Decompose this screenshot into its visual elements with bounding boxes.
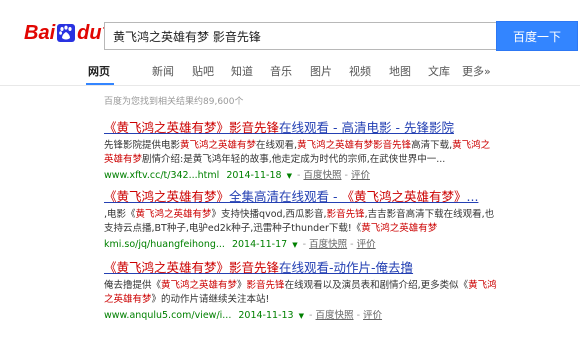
- tab-video[interactable]: 视频: [349, 63, 371, 79]
- result-date: 2014-11-18: [226, 170, 282, 181]
- snippet-highlight: 黄飞鸿之: [452, 140, 491, 151]
- search-button[interactable]: 百度一下: [496, 21, 578, 51]
- snippet-highlight: 黄飞鸿之英雄有梦: [161, 280, 238, 291]
- separator: -: [309, 310, 313, 321]
- result-item: 《黄飞鸿之英雄有梦》影音先锋在线观看 - 高清电影 - 先锋影院 先锋影院提供电…: [104, 120, 524, 183]
- snippet-line: 先锋影院提供电影黄飞鸿之英雄有梦在线观看,黄飞鸿之英雄有梦影音先锋高清下载,黄飞…: [104, 139, 504, 153]
- result-title-link[interactable]: 《黄飞鸿之英雄有梦》影音先锋在线观看-动作片-俺去撸: [104, 260, 524, 276]
- result-url[interactable]: www.xftv.cc/t/342...html: [104, 170, 219, 181]
- snippet-line: 之英雄有梦》的动作片请继续关注本站!: [104, 293, 504, 307]
- snippet-text: ,吉吉影音高清下载在线观看,也: [364, 209, 495, 220]
- result-url[interactable]: kmi.so/jq/huangfeihong...: [104, 239, 225, 250]
- separator: -: [356, 310, 360, 321]
- snippet-text: 》支持快播qvod,西瓜影音,: [211, 209, 327, 220]
- search-tabs: 网页 新闻 贴吧 知道 音乐 图片 视频 地图 文库 更多»: [0, 58, 580, 86]
- snippet-line: 英雄有梦剧情介绍:是黄飞鸿年轻的故事,他走定成为时代的宗师,在武侠世界中一...: [104, 153, 504, 167]
- snippet-line: 支持云点播,BT种子,电驴ed2k种子,迅雷种子thunder下载!《黄飞鸿之英…: [104, 222, 504, 236]
- result-count: 百度为您找到相关结果约89,600个: [104, 97, 244, 107]
- tab-music[interactable]: 音乐: [270, 63, 292, 79]
- result-item: 《黄飞鸿之英雄有梦》影音先锋在线观看-动作片-俺去撸 俺去撸提供《黄飞鸿之英雄有…: [104, 260, 524, 323]
- snippet-text: 》: [237, 280, 247, 291]
- snippet-highlight: 黄飞鸿: [468, 280, 497, 291]
- result-meta: kmi.so/jq/huangfeihong... 2014-11-17 ▼ -…: [104, 238, 524, 252]
- snippet-line: 俺去撸提供《黄飞鸿之英雄有梦》影音先锋在线观看以及演员表和剧情介绍,更多类似《黄…: [104, 279, 504, 293]
- chevron-down-icon[interactable]: ▼: [299, 310, 304, 323]
- snippet-text: 剧情介绍:是黄飞鸿年轻的故事,他走定成为时代的宗师,在武侠世界中一...: [142, 154, 446, 165]
- chevron-down-icon[interactable]: ▼: [287, 170, 292, 183]
- search-input[interactable]: [105, 23, 496, 49]
- separator: -: [302, 239, 307, 250]
- tab-tieba[interactable]: 贴吧: [192, 63, 214, 79]
- snippet-line: ,电影《黄飞鸿之英雄有梦》支持快播qvod,西瓜影音,影音先锋,吉吉影音高清下载…: [104, 208, 504, 222]
- snippet-text: 在线观看以及演员表和剧情介绍,更多类似《: [284, 280, 469, 291]
- result-meta: www.xftv.cc/t/342...html 2014-11-18 ▼ - …: [104, 169, 524, 183]
- snippet-text: 支持云点播,BT种子,电驴ed2k种子,迅雷种子thunder下载!《: [104, 223, 362, 234]
- result-item: 《黄飞鸿之英雄有梦》全集高清在线观看 - 《黄飞鸿之英雄有梦》... ,电影《黄…: [104, 189, 524, 252]
- snippet-text: 》的动作片请继续关注本站!: [151, 294, 270, 305]
- title-highlight: 《黄飞鸿之英雄有梦》: [104, 260, 230, 275]
- tab-zhidao[interactable]: 知道: [231, 63, 253, 79]
- logo-text-bai: Bai: [24, 21, 56, 44]
- title-highlight: 《黄飞鸿之英雄有梦》: [104, 120, 230, 135]
- snippet-text: 俺去撸提供《: [104, 280, 162, 291]
- rate-link[interactable]: 评价: [357, 239, 376, 250]
- cache-link[interactable]: 百度快照: [316, 310, 354, 321]
- tab-images[interactable]: 图片: [310, 63, 332, 79]
- snippet-highlight: 黄飞鸿之英雄有梦影音先锋: [297, 140, 412, 151]
- tab-web[interactable]: 网页: [88, 63, 110, 79]
- snippet-highlight: 黄飞鸿之英雄有梦: [180, 140, 257, 151]
- active-tab-indicator: [86, 83, 114, 85]
- title-highlight: 《黄飞鸿之英雄有梦》: [341, 189, 467, 204]
- result-title-link[interactable]: 《黄飞鸿之英雄有梦》影音先锋在线观看 - 高清电影 - 先锋影院: [104, 120, 524, 136]
- separator: -: [350, 239, 354, 250]
- snippet-text: 高清下载,: [411, 140, 453, 151]
- header: Bai du 百度 百度一下: [0, 0, 580, 58]
- title-text: 在线观看-动作片-俺去撸: [279, 260, 414, 275]
- separator: -: [297, 170, 301, 181]
- title-highlight: 影音先锋: [229, 260, 280, 275]
- tab-map[interactable]: 地图: [389, 63, 411, 79]
- snippet-highlight: 影音先锋: [326, 209, 365, 220]
- snippet-highlight: 黄飞鸿之英雄有梦: [361, 223, 438, 234]
- rate-link[interactable]: 评价: [363, 310, 382, 321]
- title-highlight: 影音先锋: [229, 120, 280, 135]
- cache-link[interactable]: 百度快照: [303, 170, 341, 181]
- result-meta: www.anqulu5.com/view/i... 2014-11-13 ▼ -…: [104, 309, 524, 323]
- snippet-highlight: 之英雄有梦: [104, 294, 152, 305]
- snippet-text: ,电影《: [104, 209, 136, 220]
- tab-more[interactable]: 更多»: [462, 63, 491, 79]
- tab-wenku[interactable]: 文库: [428, 63, 450, 79]
- snippet-highlight: 黄飞鸿之英雄有梦: [135, 209, 212, 220]
- result-url[interactable]: www.anqulu5.com/view/i...: [104, 310, 231, 321]
- result-date: 2014-11-13: [238, 310, 294, 321]
- search-box: [104, 22, 496, 50]
- logo-text-du: du: [77, 21, 102, 44]
- tab-news[interactable]: 新闻: [152, 63, 174, 79]
- result-date: 2014-11-17: [231, 239, 288, 250]
- result-snippet: 俺去撸提供《黄飞鸿之英雄有梦》影音先锋在线观看以及演员表和剧情介绍,更多类似《黄…: [104, 279, 504, 307]
- baidu-paw-icon: [56, 23, 76, 43]
- rate-link[interactable]: 评价: [351, 170, 370, 181]
- title-text: 在线观看 - 高清电影 - 先锋影院: [279, 120, 454, 135]
- chevron-down-icon[interactable]: ▼: [292, 239, 297, 252]
- snippet-highlight: 影音先锋: [246, 280, 285, 291]
- title-text: 全集高清在线观看 -: [229, 189, 342, 204]
- snippet-text: 在线观看,: [256, 140, 298, 151]
- title-highlight: 《黄飞鸿之英雄有梦》: [104, 189, 230, 204]
- snippet-text: 先锋影院提供电影: [104, 140, 181, 151]
- title-text: ...: [466, 189, 479, 204]
- cache-link[interactable]: 百度快照: [309, 239, 347, 250]
- result-title-link[interactable]: 《黄飞鸿之英雄有梦》全集高清在线观看 - 《黄飞鸿之英雄有梦》...: [104, 189, 524, 205]
- separator: -: [344, 170, 348, 181]
- result-snippet: 先锋影院提供电影黄飞鸿之英雄有梦在线观看,黄飞鸿之英雄有梦影音先锋高清下载,黄飞…: [104, 139, 504, 167]
- result-snippet: ,电影《黄飞鸿之英雄有梦》支持快播qvod,西瓜影音,影音先锋,吉吉影音高清下载…: [104, 208, 504, 236]
- snippet-highlight: 英雄有梦: [104, 154, 143, 165]
